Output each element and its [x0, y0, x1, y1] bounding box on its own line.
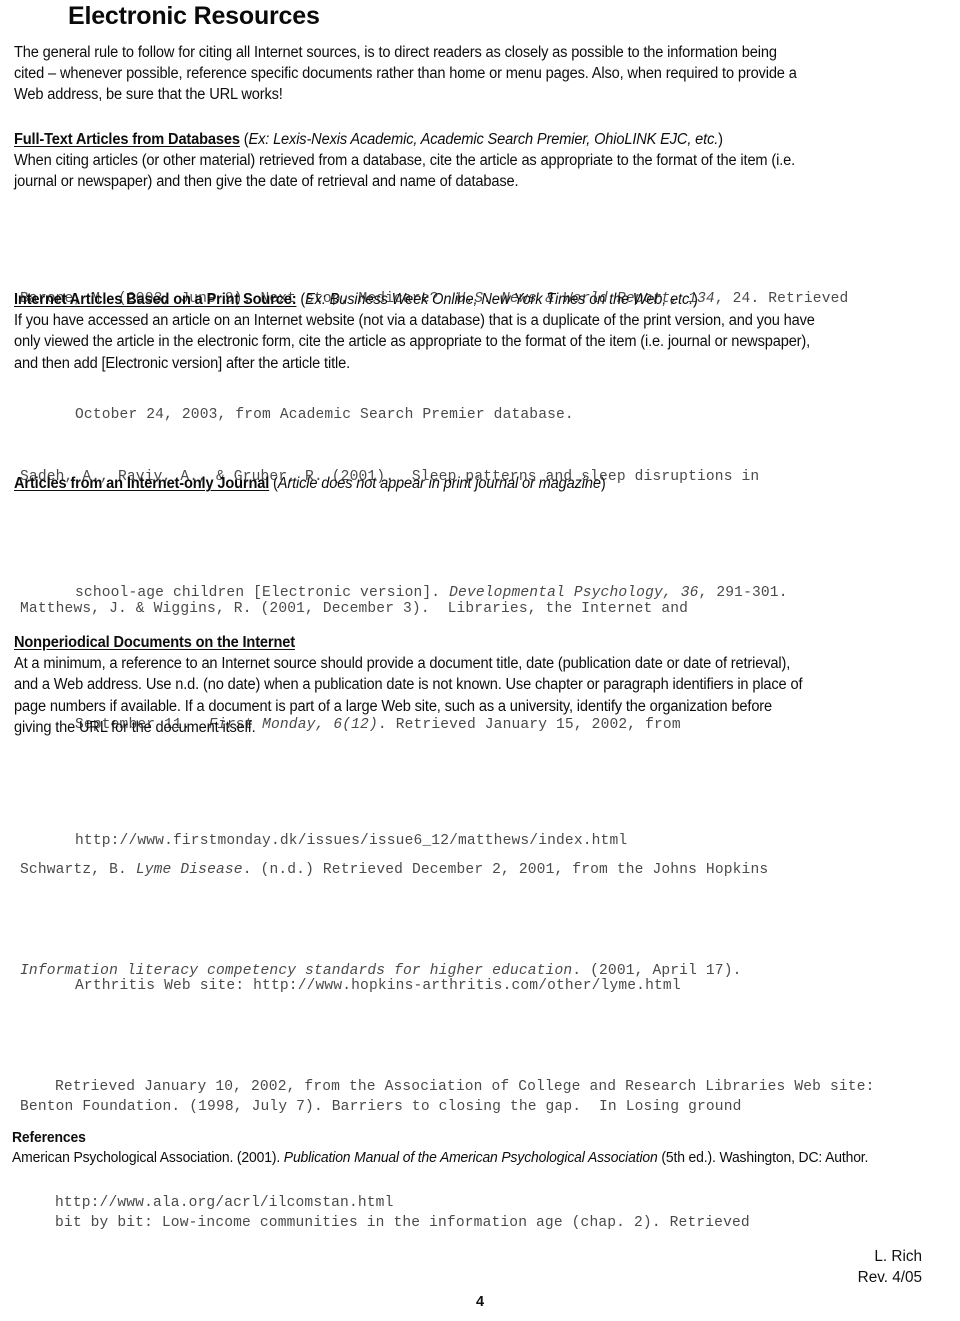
reference-text: American Psychological Association. (200…	[12, 1149, 284, 1166]
citation-line-indented: bit by bit: Low-income communities in th…	[55, 1214, 750, 1231]
section-body-line-2: only viewed the article in the electroni…	[14, 333, 811, 351]
document-page: Electronic Resources The general rule to…	[0, 0, 960, 1321]
citation-text: . (2001, April 17).	[572, 963, 742, 980]
section-body-line-4: giving the URL for the document itself.	[14, 718, 256, 736]
section-body-line-1: When citing articles (or other material)…	[14, 152, 796, 170]
references-heading: References	[12, 1130, 86, 1146]
section-heading: Internet Articles Based on a Print Sourc…	[14, 291, 297, 308]
section-internet-print-source: Internet Articles Based on a Print Sourc…	[14, 289, 959, 374]
section-nonperiodical-documents: Nonperiodical Documents on the Internet …	[14, 632, 959, 738]
citation-line: Information literacy competency standard…	[20, 952, 875, 991]
footer-author: L. Rich	[874, 1248, 922, 1265]
heading-paren-open: (	[269, 475, 278, 492]
section-internet-only-journal: Articles from an Internet-only Journal (…	[14, 473, 959, 494]
section-heading-line: Full-Text Articles from Databases (Ex: L…	[14, 129, 950, 150]
section-body-line-1: If you have accessed an article on an In…	[14, 312, 815, 330]
heading-paren-example: Article does not appear in print journal…	[277, 475, 601, 492]
heading-paren-close: )	[693, 291, 698, 308]
section-body-line-2: and a Web address. Use n.d. (no date) wh…	[14, 676, 803, 694]
section-heading-line: Articles from an Internet-only Journal (…	[14, 473, 959, 494]
section-heading: Full-Text Articles from Databases	[14, 131, 240, 148]
footer-revision: Rev. 4/05	[857, 1268, 922, 1286]
intro-line-3: Web address, be sure that the URL works!	[14, 86, 283, 104]
intro-paragraph: The general rule to follow for citing al…	[14, 42, 931, 106]
heading-paren-open: (	[239, 131, 249, 148]
references-section: References American Psychological Associ…	[12, 1129, 957, 1168]
reference-italic-title: Publication Manual of the American Psych…	[283, 1149, 658, 1166]
page-number: 4	[475, 1294, 485, 1310]
section-heading-line: Nonperiodical Documents on the Internet	[14, 632, 959, 653]
section-body-line-3: page numbers if available. If a document…	[14, 697, 773, 715]
intro-line-1: The general rule to follow for citing al…	[14, 44, 777, 61]
section-body-line-1: At a minimum, a reference to an Internet…	[14, 655, 791, 673]
citation-line: Benton Foundation. (1998, July 7). Barri…	[20, 1099, 742, 1116]
section-heading-line: Internet Articles Based on a Print Sourc…	[14, 289, 959, 310]
citation-italic-title: Information literacy competency standard…	[20, 963, 573, 980]
section-body-line-2: journal or newspaper) and then give the …	[14, 173, 519, 191]
section-full-text-databases: Full-Text Articles from Databases (Ex: L…	[14, 129, 950, 193]
intro-line-2: cited – whenever possible, reference spe…	[14, 65, 797, 83]
heading-paren-close: )	[600, 475, 606, 492]
section-heading: Articles from an Internet-only Journal	[14, 475, 270, 492]
heading-paren-open: (	[296, 291, 306, 308]
footer: L. Rich Rev. 4/05	[858, 1247, 922, 1288]
reference-text: (5th ed.). Washington, DC: Author.	[657, 1149, 869, 1166]
section-heading: Nonperiodical Documents on the Internet	[14, 634, 295, 651]
references-entry: American Psychological Association. (200…	[12, 1149, 957, 1169]
heading-paren-close: )	[718, 131, 723, 148]
page-title: Electronic Resources	[68, 2, 320, 30]
heading-paren-example: Ex: Lexis-Nexis Academic, Academic Searc…	[248, 131, 719, 148]
citation-text: , 291-301.	[698, 584, 788, 601]
section-body-line-3: and then add [Electronic version] after …	[14, 354, 350, 372]
heading-paren-example: Ex: Business Week Online, New York Times…	[305, 291, 694, 308]
citation-line: Matthews, J. & Wiggins, R. (2001, Decemb…	[20, 601, 689, 618]
